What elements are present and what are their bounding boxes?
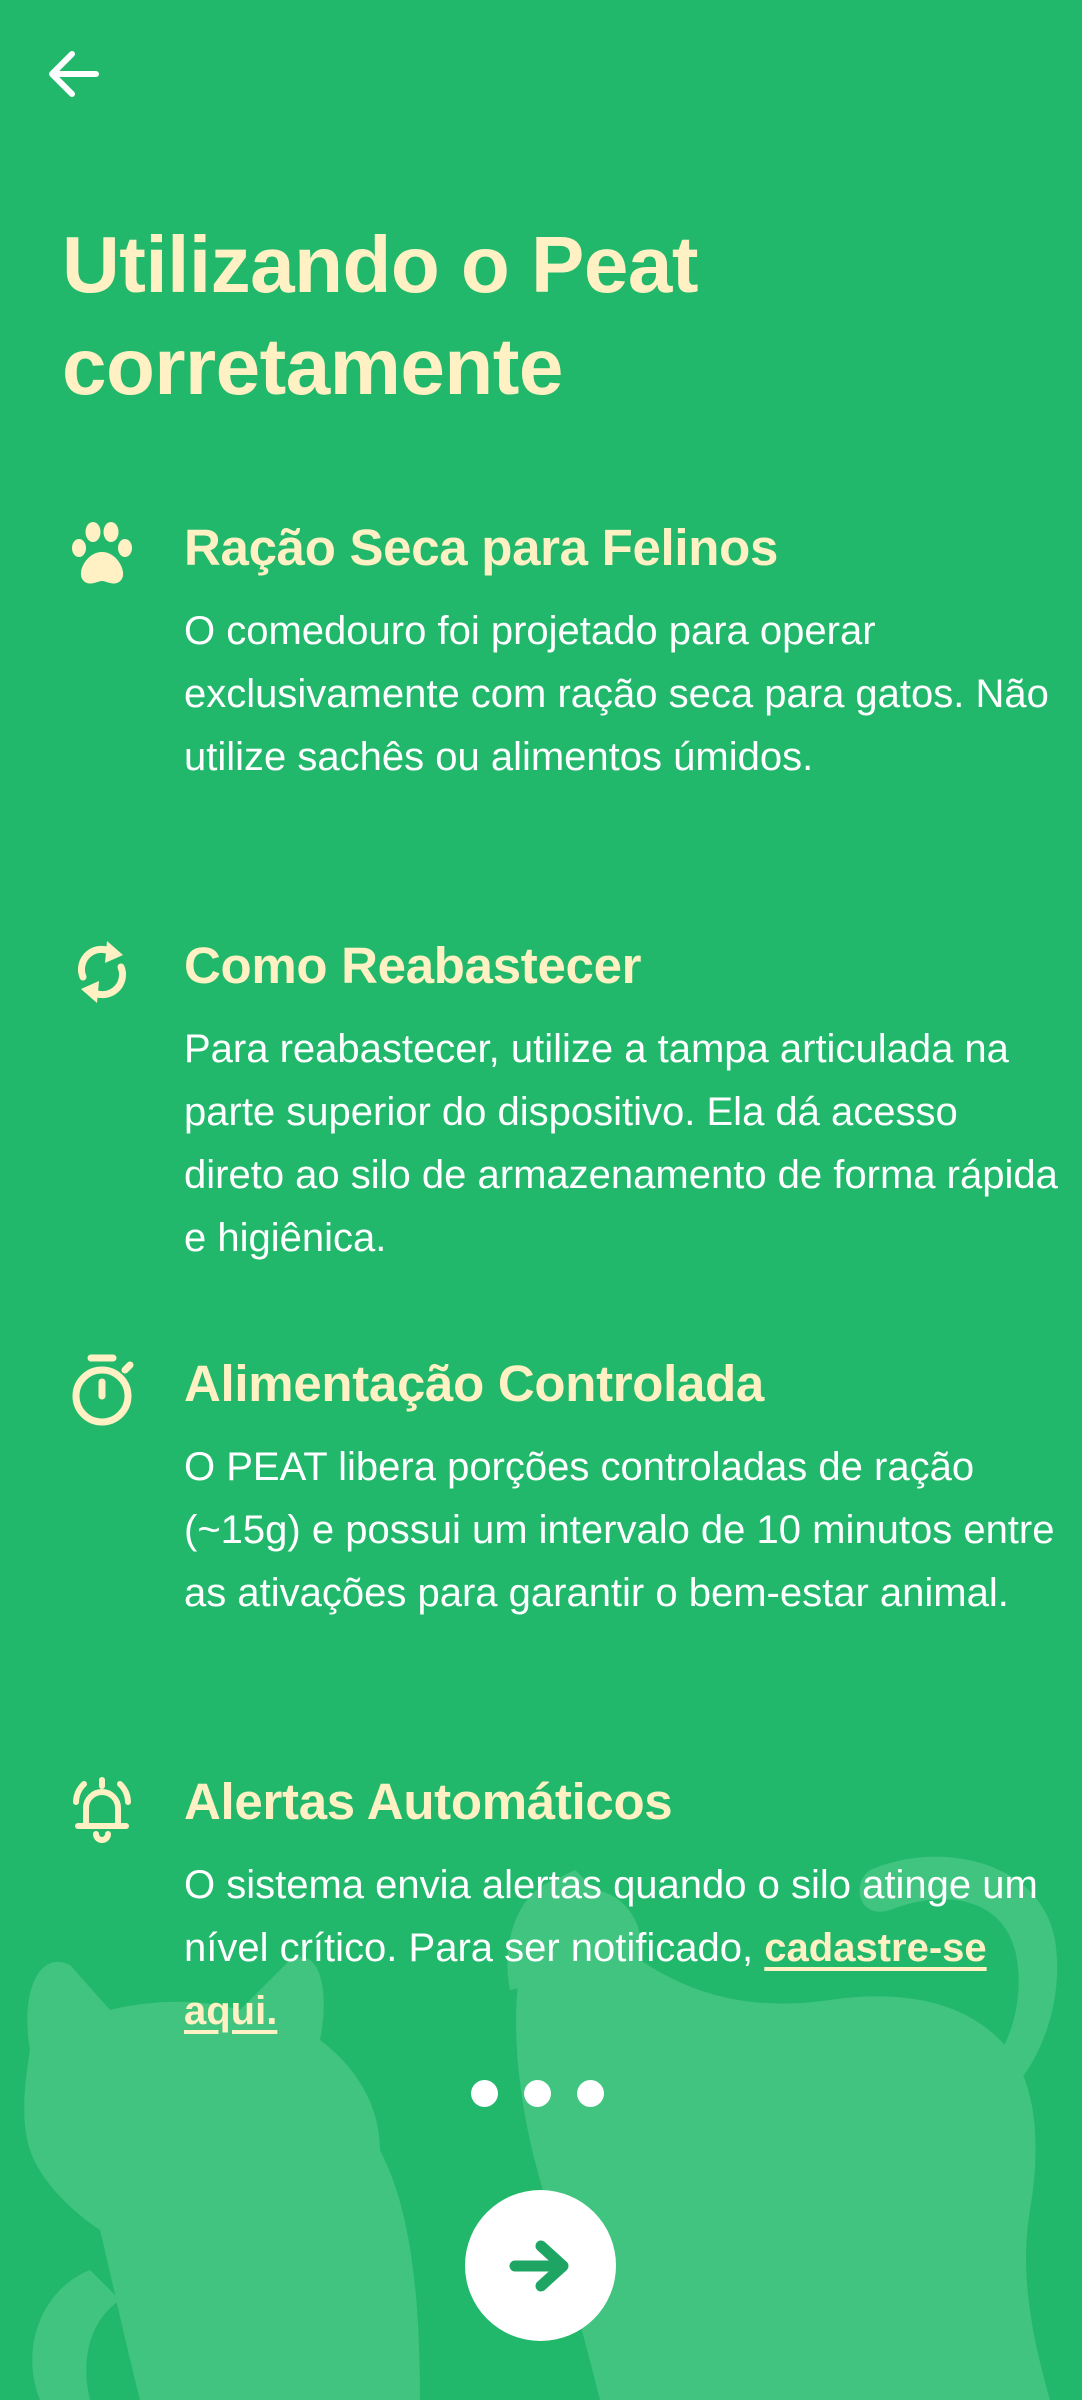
pagination-dot[interactable] [524,2080,551,2107]
pagination-dots [471,2080,604,2107]
back-button[interactable] [36,36,112,112]
section-body: Para reabastecer, utilize a tampa articu… [184,1027,1058,1260]
section-body: O comedouro foi projetado para operar ex… [184,609,1049,779]
section-heading: Alimentação Controlada [184,1355,764,1412]
page-title: Utilizando o Peat corretamente [62,220,699,411]
section-heading: Ração Seca para Felinos [184,519,779,576]
onboarding-screen: Utilizando o Peat corretamente Ração Sec… [0,0,1082,2400]
section-heading: Como Reabastecer [184,937,642,994]
section-heading: Alertas Automáticos [184,1773,673,1830]
next-button[interactable] [465,2190,616,2341]
alarm-bell-icon [62,1768,142,1848]
section-body: O sistema envia alertas quando o silo at… [184,1854,1064,2043]
pagination-dot[interactable] [471,2080,498,2107]
paw-icon [62,514,142,594]
pagination-dot[interactable] [577,2080,604,2107]
stopwatch-icon [62,1350,142,1430]
refresh-icon [62,932,142,1012]
arrow-right-icon [509,2240,568,2291]
section-body: O PEAT libera porções controladas de raç… [184,1445,1055,1615]
arrow-left-icon [49,51,99,97]
